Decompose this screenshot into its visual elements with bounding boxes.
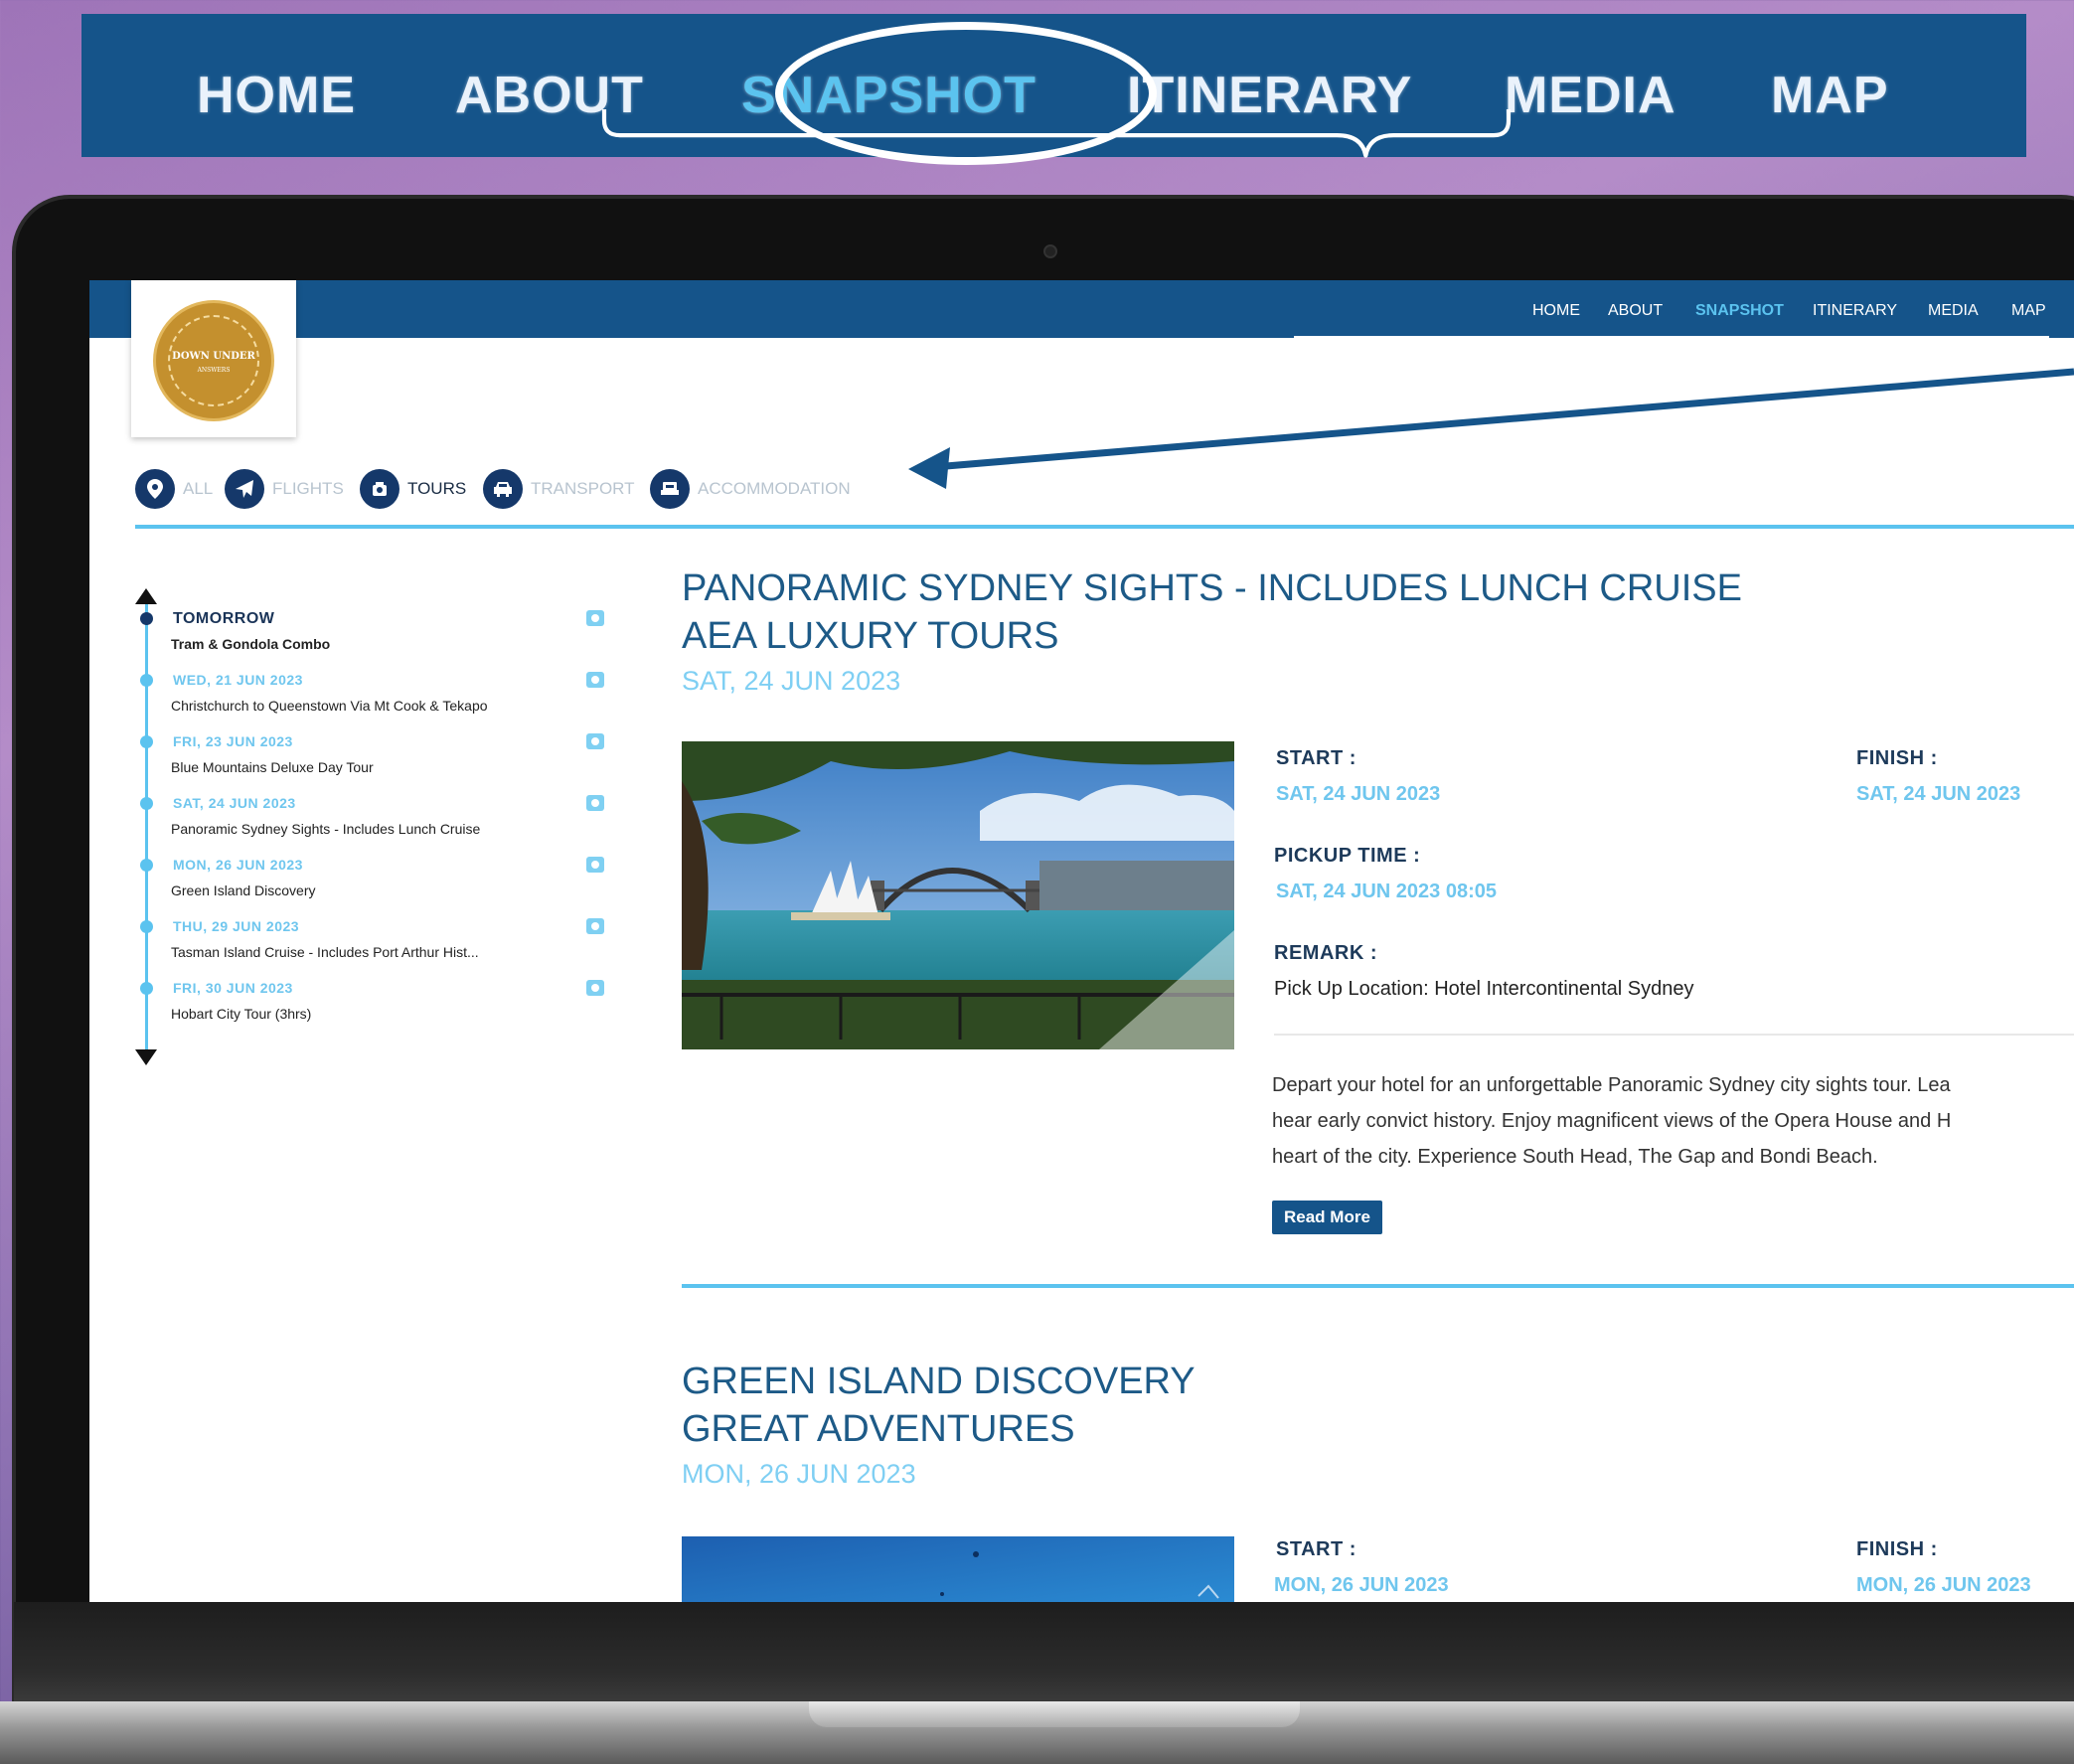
callout-arrow — [908, 368, 2074, 489]
